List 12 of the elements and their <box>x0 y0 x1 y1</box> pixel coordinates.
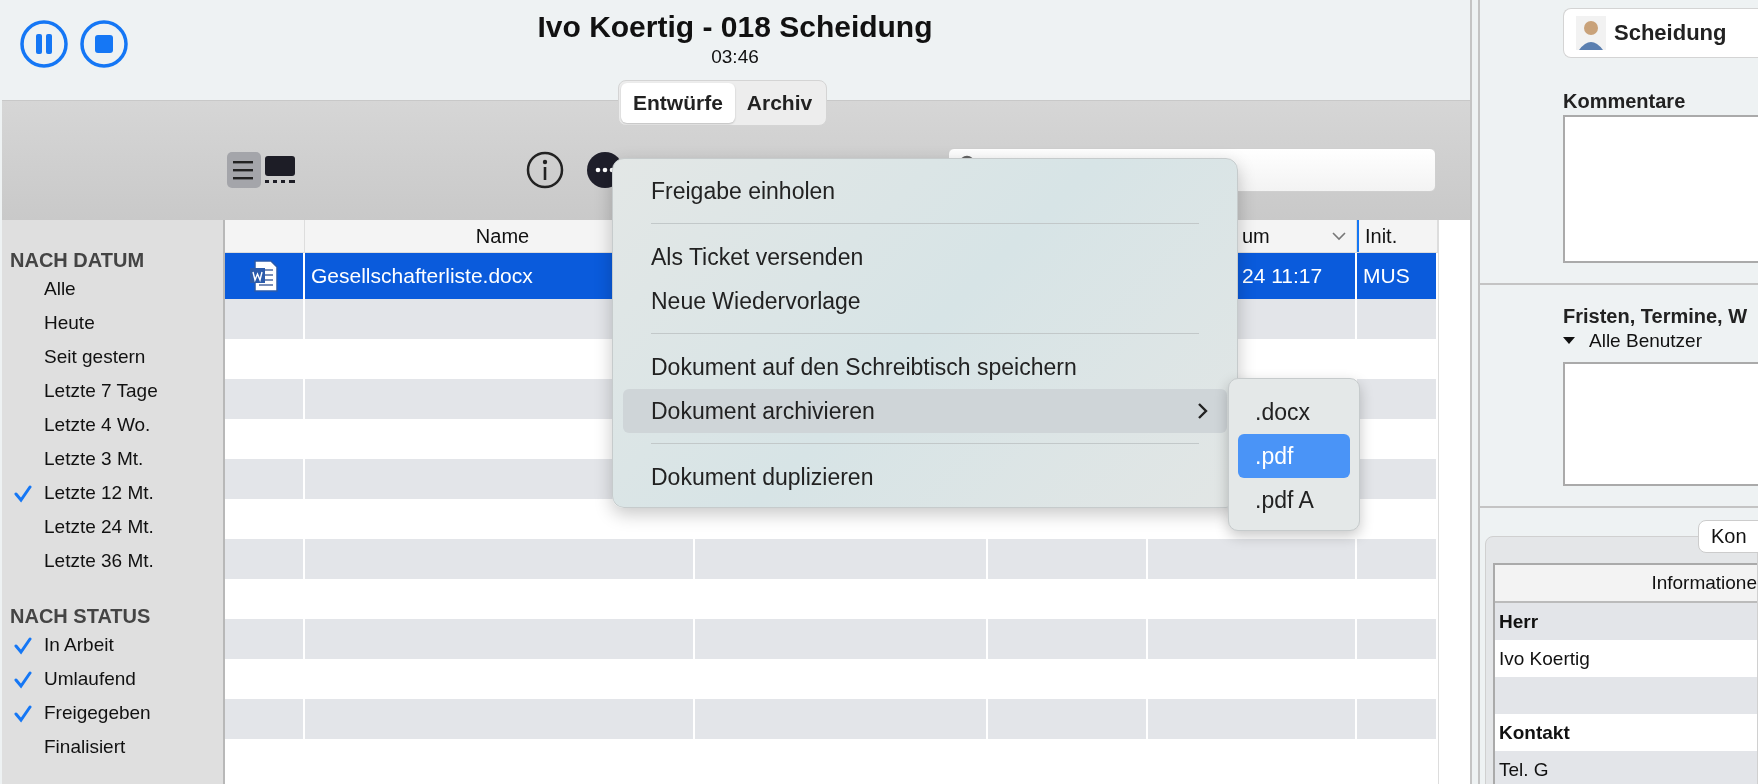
section-heading: NACH DATUM <box>9 248 146 272</box>
timer-text: 03:46 <box>711 46 759 68</box>
menu-item-label: Freigabe einholen <box>651 177 836 205</box>
section-label: Kommentare <box>1563 90 1687 113</box>
window-title: Ivo Koertig - 018 Scheidung <box>537 10 933 44</box>
table-cell: Tel. G <box>1495 751 1757 784</box>
table-cell: Herr <box>1495 603 1757 640</box>
column-header: Informatione <box>1495 565 1757 603</box>
section-label: Fristen, Termine, W <box>1563 305 1749 328</box>
menu-item-label: Dokument auf den Schreibtisch speichern <box>651 353 1077 381</box>
section-heading: NACH STATUS <box>9 604 152 628</box>
menu-item-label: Dokument duplizieren <box>651 463 874 491</box>
